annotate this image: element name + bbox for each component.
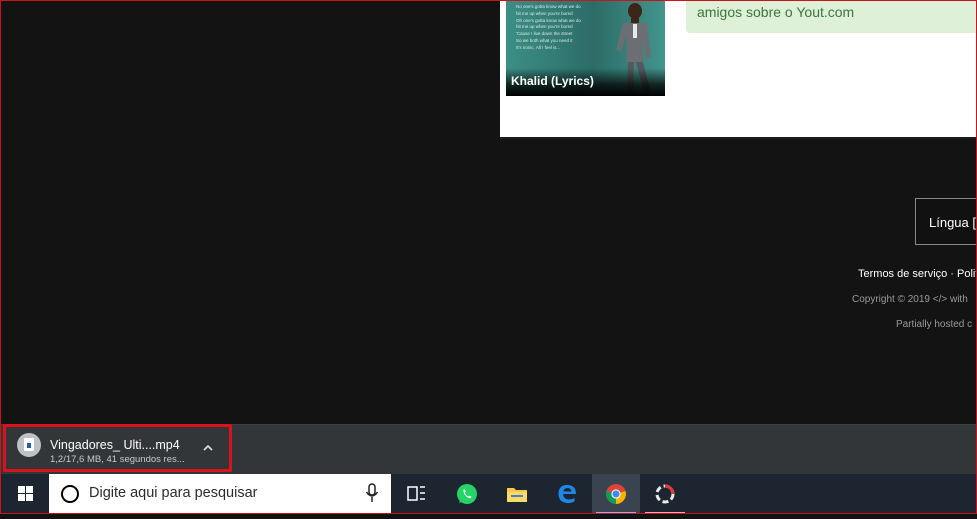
lyric-line: hit me up when you're bored bbox=[516, 24, 573, 30]
whatsapp-icon bbox=[457, 484, 477, 504]
success-notice: amigos sobre o Yout.com bbox=[686, 0, 977, 33]
app-icon bbox=[655, 484, 675, 504]
search-placeholder: Digite aqui para pesquisar bbox=[89, 485, 258, 501]
video-thumbnail[interactable]: No one's gotta know what we do hit me up… bbox=[506, 0, 665, 96]
lyric-line: No one's gotta know what we do bbox=[516, 4, 581, 9]
taskbar-file-explorer[interactable] bbox=[493, 474, 541, 514]
windows-start-icon bbox=[18, 486, 33, 501]
footer-hosted: Partially hosted c bbox=[896, 319, 973, 330]
edge-icon bbox=[558, 485, 576, 504]
task-view-button[interactable] bbox=[392, 474, 440, 514]
taskbar-edge[interactable] bbox=[543, 474, 591, 514]
cortana-icon bbox=[61, 485, 79, 503]
thumbnail-caption: Khalid (Lyrics) bbox=[511, 74, 594, 88]
lyric-line: It's ironic, All I feel is... bbox=[516, 44, 561, 50]
task-view-icon bbox=[407, 486, 425, 501]
download-item-highlight[interactable] bbox=[3, 424, 232, 472]
start-button[interactable] bbox=[1, 474, 49, 514]
content-panel-shadow bbox=[500, 137, 976, 139]
lyric-line: hit me up when you're bored bbox=[516, 10, 573, 16]
lyric-line: Oh one's gotta know what we do bbox=[516, 17, 581, 23]
taskbar-chrome[interactable] bbox=[592, 474, 640, 514]
file-explorer-icon bbox=[507, 488, 527, 502]
notice-text: amigos sobre o Yout.com bbox=[697, 4, 855, 20]
lyric-line: 'Cause I live down the street bbox=[516, 31, 573, 37]
language-selector[interactable]: Língua [I bbox=[915, 198, 977, 245]
thumbnail-lyrics: No one's gotta know what we do hit me up… bbox=[516, 4, 588, 52]
footer-terms-link[interactable]: Termos de serviço · Polit bbox=[858, 268, 977, 280]
taskbar-app[interactable] bbox=[641, 474, 689, 514]
language-label: Língua [I bbox=[929, 215, 977, 230]
microphone-icon[interactable] bbox=[365, 483, 379, 505]
taskbar-search-box[interactable]: Digite aqui para pesquisar bbox=[49, 474, 391, 514]
taskbar-whatsapp[interactable] bbox=[443, 474, 491, 514]
footer-copyright: Copyright © 2019 </> with bbox=[852, 294, 968, 305]
lyric-line: So we both what you need it bbox=[516, 37, 573, 43]
chrome-icon bbox=[606, 484, 626, 504]
